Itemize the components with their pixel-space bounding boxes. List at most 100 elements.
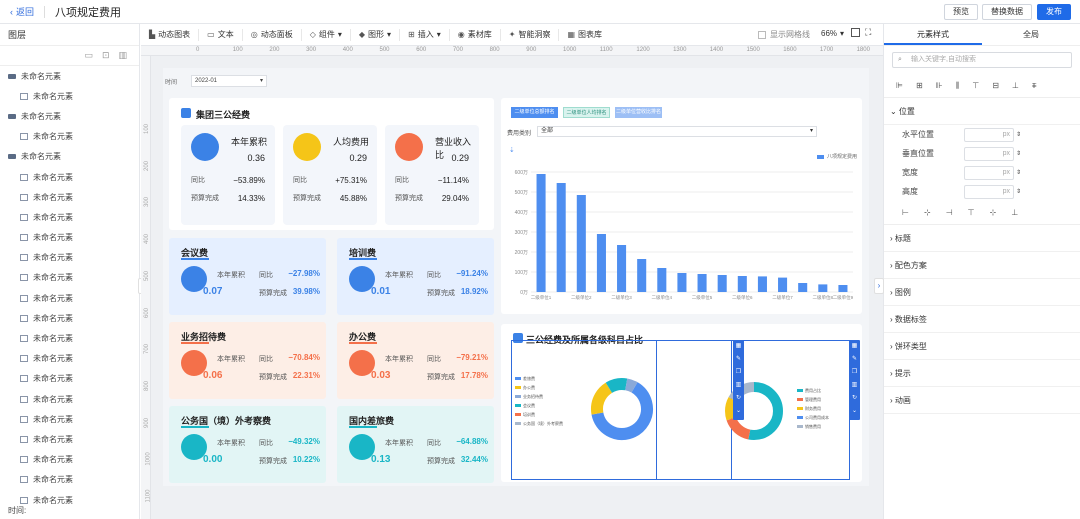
left-edge-icon[interactable]: ⊢ — [902, 208, 909, 217]
bar[interactable] — [576, 195, 586, 292]
lock-icon[interactable]: ⊡ — [102, 50, 110, 61]
bar[interactable] — [717, 275, 727, 292]
align-center-icon[interactable]: ⊞ — [916, 81, 923, 90]
layer-item[interactable]: 未命名元素 — [0, 288, 139, 308]
delete-icon[interactable]: ▥ — [849, 379, 860, 392]
tab-percapita-rank[interactable]: 二级单位人均排名 — [563, 107, 610, 118]
table-icon[interactable]: ▦ — [849, 340, 860, 353]
delete-icon[interactable]: ▥ — [733, 379, 744, 392]
top-edge-icon[interactable]: ⊤ — [968, 208, 975, 217]
layer-item[interactable]: 未命名元素 — [0, 127, 139, 147]
h-center-icon[interactable]: ⊹ — [924, 208, 931, 217]
layer-item[interactable]: 未命名元素 — [0, 328, 139, 348]
time-filter-select[interactable]: 2022-01 ▾ — [191, 75, 267, 87]
toolbar-assets[interactable]: ◉ 素材库 — [450, 28, 501, 41]
toolbar-dynamic-panel[interactable]: ◎ 动态面板 — [243, 28, 302, 41]
distribute-h-icon[interactable]: ⫼ — [956, 81, 960, 91]
bar[interactable] — [596, 234, 606, 292]
copy-icon[interactable]: ❐ — [733, 366, 744, 379]
layer-item[interactable]: 未命名元素 — [0, 207, 139, 227]
toolbar-dynamic-chart[interactable]: ▙ 动态图表 — [141, 28, 200, 41]
toolbar-insight[interactable]: ✦ 智能洞察 — [501, 28, 560, 41]
section-tooltip[interactable]: › 提示 — [884, 360, 1080, 387]
replace-data-button[interactable]: 替换数据 — [982, 4, 1032, 20]
section-data-label[interactable]: › 数据标签 — [884, 306, 1080, 333]
section-animation[interactable]: › 动画 — [884, 387, 1080, 414]
chevron-down-icon[interactable]: ⌄ — [733, 405, 744, 418]
align-bottom-icon[interactable]: ⊥ — [1012, 81, 1019, 90]
preview-button[interactable]: 预览 — [944, 4, 978, 20]
right-edge-icon[interactable]: ⊣ — [946, 208, 953, 217]
category-select[interactable]: 全部 ▾ — [537, 126, 817, 137]
table-icon[interactable]: ▦ — [733, 340, 744, 353]
stepper-icon[interactable]: ⇕ — [1016, 131, 1021, 138]
toolbar-insert[interactable]: ⊞ 插入 ▾ — [400, 28, 450, 41]
layer-item[interactable]: 未命名元素 — [0, 369, 139, 389]
bar[interactable] — [838, 285, 848, 292]
layer-item[interactable]: 未命名元素 — [0, 228, 139, 248]
distribute-v-icon[interactable]: ⩨ — [1032, 81, 1037, 91]
grid-toggle[interactable]: 显示网格线 — [758, 29, 810, 40]
v-center-icon[interactable]: ⊹ — [990, 208, 997, 217]
chevron-down-icon[interactable]: ⌄ — [849, 405, 860, 418]
stepper-icon[interactable]: ⇕ — [1016, 169, 1021, 176]
bar[interactable] — [757, 276, 767, 292]
canvas[interactable]: 时间 2022-01 ▾ 集团三公经费 本年累积 0.36 同比 −53.89% 预算完成… — [151, 56, 883, 519]
layer-item[interactable]: 未命名元素 — [0, 389, 139, 409]
copy-icon[interactable]: ❐ — [849, 366, 860, 379]
section-position[interactable]: ⌄ 位置 — [884, 98, 1080, 125]
bar[interactable] — [536, 174, 546, 292]
section-color-scheme[interactable]: › 配色方案 — [884, 252, 1080, 279]
layer-item[interactable]: 未命名元素 — [0, 470, 139, 490]
edit-icon[interactable]: ✎ — [733, 353, 744, 366]
folder-icon[interactable]: ▭ — [84, 50, 93, 61]
toolbar-text[interactable]: ▭ 文本 — [199, 28, 243, 41]
y-input[interactable]: px — [964, 146, 1014, 161]
align-middle-icon[interactable]: ⊟ — [992, 81, 999, 90]
fullscreen-icon[interactable]: ⛶ — [865, 27, 871, 38]
tab-global[interactable]: 全局 — [982, 24, 1080, 45]
layer-item[interactable]: 未命名元素 — [0, 308, 139, 328]
bar[interactable] — [677, 273, 687, 292]
zoom-control[interactable]: 66% ▾ — [821, 29, 844, 38]
width-input[interactable]: px — [964, 165, 1014, 180]
layer-item[interactable]: 未命名元素 — [0, 66, 139, 86]
bar[interactable] — [637, 259, 647, 292]
bar[interactable] — [697, 274, 707, 292]
layer-item[interactable]: 未命名元素 — [0, 187, 139, 207]
layer-item[interactable]: 未命名元素 — [0, 248, 139, 268]
layer-item[interactable]: 未命名元素 — [0, 429, 139, 449]
layer-item[interactable]: 未命名元素 — [0, 106, 139, 126]
layer-item[interactable]: 未命名元素 — [0, 167, 139, 187]
toolbar-chart-library[interactable]: ▦ 图表库 — [559, 29, 610, 41]
stepper-icon[interactable]: ⇕ — [1016, 188, 1021, 195]
toolbar-component[interactable]: ◇ 组件 ▾ — [302, 28, 351, 41]
bar[interactable] — [818, 284, 828, 292]
tab-element-style[interactable]: 元素样式 — [884, 24, 982, 45]
fit-icon[interactable] — [851, 28, 860, 37]
floating-tools-right[interactable]: ▦ ✎ ❐ ▥ ↻ ⌄ — [849, 340, 860, 420]
floating-tools-left[interactable]: ▦ ✎ ❐ ▥ ↻ ⌄ — [733, 340, 744, 420]
refresh-icon[interactable]: ↻ — [733, 392, 744, 405]
layer-item[interactable]: 未命名元素 — [0, 409, 139, 429]
collapse-right-button[interactable]: › — [874, 278, 884, 294]
section-title[interactable]: › 标题 — [884, 225, 1080, 252]
align-right-icon[interactable]: ⊪ — [936, 81, 943, 90]
trash-icon[interactable]: ▥ — [118, 50, 127, 61]
bar[interactable] — [778, 277, 788, 292]
layer-item[interactable]: 未命名元素 — [0, 450, 139, 470]
checkbox[interactable] — [758, 30, 766, 39]
stepper-icon[interactable]: ⇕ — [1016, 150, 1021, 157]
bar[interactable] — [798, 283, 808, 292]
bottom-edge-icon[interactable]: ⊥ — [1011, 208, 1018, 217]
tab-total-rank[interactable]: 二级单位总额排名 — [511, 107, 558, 118]
edit-icon[interactable]: ✎ — [849, 353, 860, 366]
align-left-icon[interactable]: ⊫ — [896, 81, 903, 90]
property-search-input[interactable]: ⌕ 输入关键字,自动搜索 — [892, 52, 1072, 68]
layer-item[interactable]: 未命名元素 — [0, 268, 139, 288]
toolbar-shape[interactable]: ◆ 图形 ▾ — [351, 28, 401, 41]
bar[interactable] — [737, 276, 747, 292]
x-input[interactable]: px — [964, 127, 1014, 142]
align-top-icon[interactable]: ⊤ — [972, 81, 979, 90]
layer-item[interactable]: 未命名元素 — [0, 86, 139, 106]
